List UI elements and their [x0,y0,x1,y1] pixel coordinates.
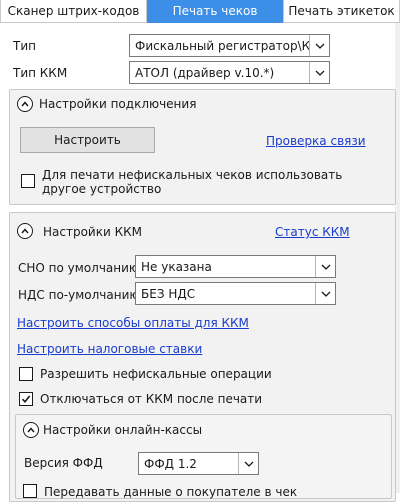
tax-rates-link[interactable]: Настроить налоговые ставки [17,342,202,356]
chevron-down-icon [238,453,258,474]
ffd-select-value: ФФД 1.2 [144,456,197,471]
check-connection-link[interactable]: Проверка связи [266,134,366,148]
tab-barcode-scanner[interactable]: Сканер штрих-кодов [0,0,147,23]
checkmark-icon [21,395,31,404]
chevron-down-icon [309,62,329,83]
chevron-down-icon [309,35,329,56]
tab-label-printing[interactable]: Печать этикеток [283,0,400,23]
sno-select[interactable]: Не указана [135,255,336,278]
kkm-status-link[interactable]: Статус ККМ [275,225,350,239]
allow-nonfiscal-label: Разрешить нефискальные операции [40,367,272,381]
kkm-type-select-value: АТОЛ (драйвер v.10.*) [135,65,275,80]
chevron-down-icon [315,283,335,304]
collapse-kkm-icon[interactable] [17,223,33,239]
buyer-data-label: Передавать данные о покупателе в чек [44,485,298,499]
kkm-type-label: Тип ККМ [13,66,68,80]
disconnect-checkbox[interactable] [19,392,33,406]
online-kassa-title: Настройки онлайн-кассы [43,423,203,437]
other-device-checkbox[interactable] [21,174,35,188]
buyer-data-checkbox[interactable] [23,484,37,498]
connection-settings-title: Настройки подключения [39,97,197,111]
type-label: Тип [13,39,36,53]
nds-select-value: БЕЗ НДС [141,286,196,301]
kkm-settings-title: Настройки ККМ [43,225,142,239]
other-device-label: Для печати нефискальных чеков использова… [42,168,343,196]
allow-nonfiscal-checkbox[interactable] [19,367,33,381]
payment-methods-link[interactable]: Настроить способы оплаты для ККМ [17,316,249,330]
kkm-type-select[interactable]: АТОЛ (драйвер v.10.*) [129,61,330,84]
tab-receipt-printing[interactable]: Печать чеков [147,0,283,23]
collapse-online-kassa-icon[interactable] [23,422,39,438]
type-select-value: Фискальный регистратор\ККМ [135,38,309,53]
nds-select[interactable]: БЕЗ НДС [135,282,336,305]
ffd-select[interactable]: ФФД 1.2 [138,452,259,475]
disconnect-label: Отключаться от ККМ после печати [40,392,263,406]
sno-select-value: Не указана [141,259,212,274]
nds-label: НДС по-умолчанию [18,288,140,302]
sno-label: СНО по умолчанию [18,261,140,275]
type-select[interactable]: Фискальный регистратор\ККМ [129,34,330,57]
ffd-label: Версия ФФД [24,456,103,470]
collapse-connection-icon[interactable] [17,96,33,112]
chevron-down-icon [315,256,335,277]
configure-button[interactable]: Настроить [20,127,155,153]
